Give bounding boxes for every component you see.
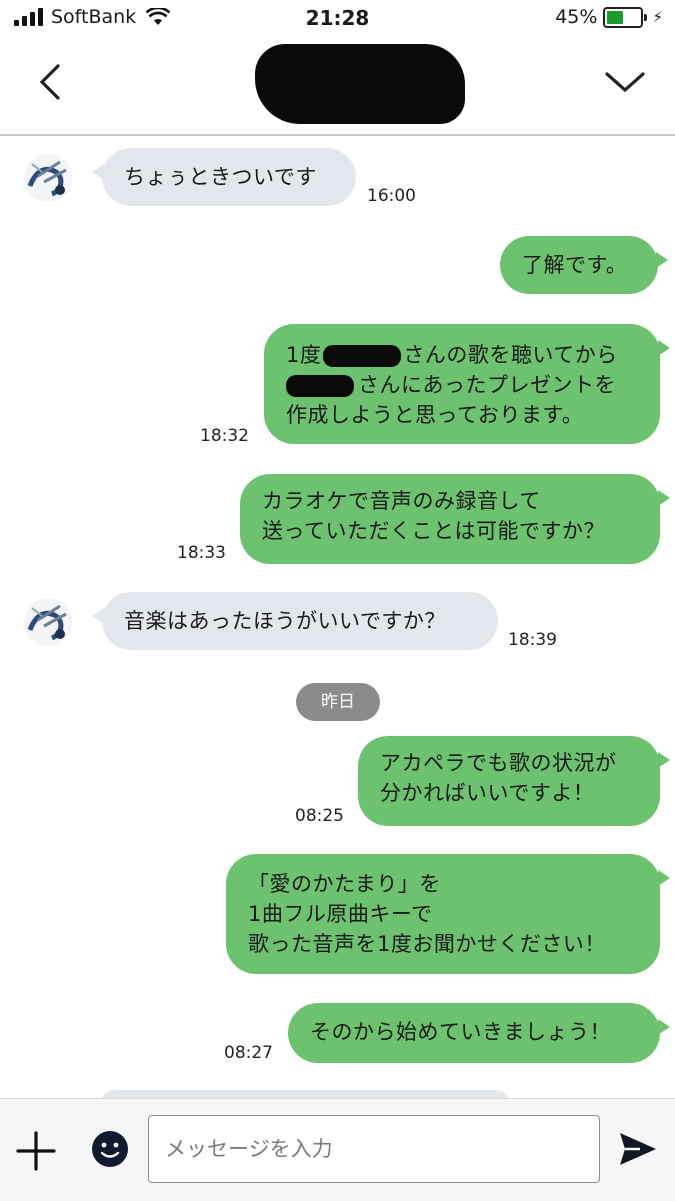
message-text: 音楽はあったほうがいいですか？ xyxy=(124,609,446,633)
redacted-name xyxy=(323,345,402,367)
incoming-message[interactable]: ちょぅときついです xyxy=(92,148,356,206)
message-text: 1度 xyxy=(286,343,322,367)
battery-percent: 45% xyxy=(555,6,598,28)
message-line: 送っていただくことは可能ですか？ xyxy=(262,519,605,543)
message-text: そのから始めていきましょう！ xyxy=(310,1020,611,1044)
charging-icon: ⚡ xyxy=(652,8,663,26)
message-line: 1度 さんの歌を聴いてから xyxy=(286,340,638,370)
message-line: カラオケで音声のみ録音して xyxy=(262,489,541,513)
incoming-message-partial[interactable] xyxy=(100,1090,510,1098)
timestamp: 18:39 xyxy=(508,630,557,650)
outgoing-message[interactable]: そのから始めていきましょう！ xyxy=(288,1003,670,1063)
message-text: ちょぅときついです xyxy=(124,165,317,189)
chevron-down-icon[interactable] xyxy=(603,66,647,96)
timestamp: 16:00 xyxy=(367,186,416,206)
message-line: 歌った音声を1度お聞かせください！ xyxy=(248,932,606,956)
message-line: 作成しようと思っております。 xyxy=(286,403,584,427)
outgoing-message[interactable]: 1度 さんの歌を聴いてから さんにあったプレゼントを 作成しようと思っております。 xyxy=(264,324,670,444)
timestamp: 08:25 xyxy=(295,806,344,826)
avatar[interactable] xyxy=(22,596,74,648)
battery-icon xyxy=(603,6,644,28)
outgoing-message[interactable]: アカペラでも歌の状況が 分かればいいですよ！ xyxy=(358,736,670,826)
redacted-name xyxy=(286,375,354,397)
timestamp: 18:33 xyxy=(177,543,226,563)
timestamp: 08:27 xyxy=(224,1043,273,1063)
incoming-message[interactable]: 音楽はあったほうがいいですか？ xyxy=(92,592,498,650)
chat-header xyxy=(0,36,675,136)
status-bar: SoftBank 21:28 45% ⚡ xyxy=(0,0,675,36)
avatar[interactable] xyxy=(22,152,74,204)
outgoing-message[interactable]: カラオケで音声のみ録音して 送っていただくことは可能ですか？ xyxy=(240,474,670,564)
message-text: 了解です。 xyxy=(522,253,628,277)
message-text: さんの歌を聴いてから xyxy=(403,343,618,367)
message-line: さんにあったプレゼントを xyxy=(286,370,638,400)
outgoing-message[interactable]: 了解です。 xyxy=(500,236,668,294)
message-line: 「愛のかたまり」を xyxy=(248,872,441,896)
date-divider: 昨日 xyxy=(296,683,380,721)
message-line: アカペラでも歌の状況が xyxy=(380,751,617,775)
contact-name-redacted xyxy=(255,44,465,124)
message-line: 1曲フル原曲キーで xyxy=(248,902,433,926)
outgoing-message[interactable]: 「愛のかたまり」を 1曲フル原曲キーで 歌った音声を1度お聞かせください！ xyxy=(226,854,670,974)
message-text: さんにあったプレゼントを xyxy=(358,373,616,397)
chat-area[interactable]: ちょぅときついです 16:00 了解です。 1度 さんの歌を聴いてから さんにあっ… xyxy=(0,136,675,1098)
send-icon[interactable] xyxy=(616,1129,658,1169)
message-composer xyxy=(0,1098,675,1201)
battery-status: 45% ⚡ xyxy=(555,6,663,28)
message-line: 分かればいいですよ！ xyxy=(380,781,595,805)
back-icon[interactable] xyxy=(32,62,72,102)
message-input[interactable] xyxy=(148,1115,600,1183)
emoji-icon[interactable] xyxy=(90,1129,130,1169)
plus-icon[interactable] xyxy=(14,1129,58,1173)
timestamp: 18:32 xyxy=(200,426,249,446)
